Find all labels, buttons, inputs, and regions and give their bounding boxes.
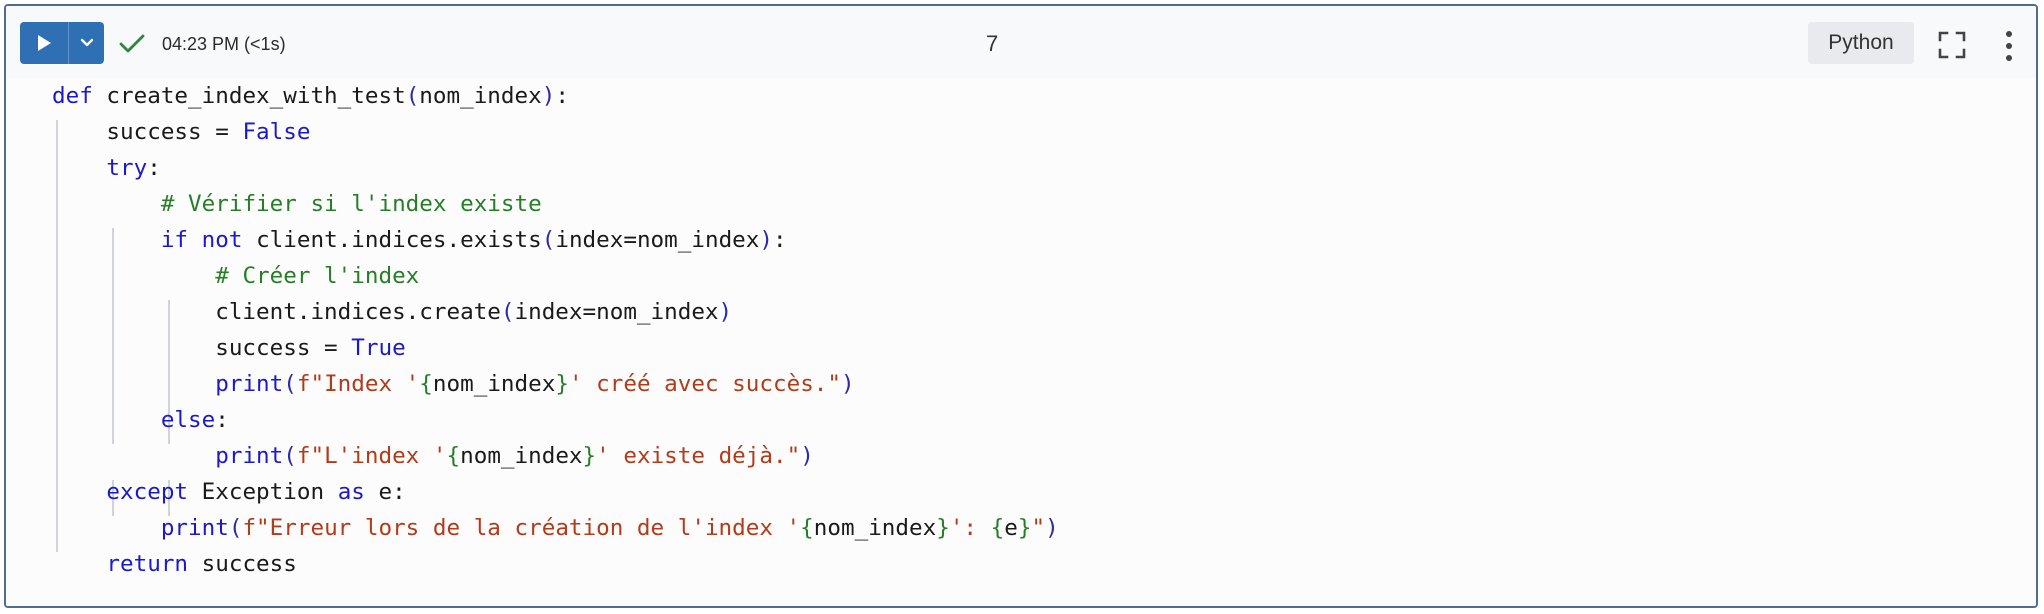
code-line: try:	[106, 155, 161, 181]
cell-toolbar: 04:23 PM (<1s) 7 Python	[6, 6, 2036, 78]
code-line: client.indices.create(index=nom_index)	[52, 299, 733, 325]
run-cell-button[interactable]	[20, 22, 68, 64]
expand-icon[interactable]	[1938, 31, 1966, 59]
check-icon	[119, 34, 145, 53]
code-editor[interactable]: def create_index_with_test(nom_index): s…	[6, 78, 2036, 606]
execution-timestamp: 04:23 PM (<1s)	[162, 34, 286, 54]
code-line: else:	[160, 407, 229, 433]
run-button-group	[20, 22, 104, 64]
code-line: print(f"L'index '{nom_index}' existe déj…	[215, 443, 814, 469]
code-line: success = True	[52, 335, 406, 361]
run-options-button[interactable]	[69, 22, 104, 64]
code-line: return success	[106, 551, 297, 577]
code-line: # Vérifier si l'index existe	[160, 191, 542, 217]
execution-count: 7	[986, 31, 999, 56]
code-line: def create_index_with_test(nom_index):	[52, 83, 569, 109]
code-line: success = False	[52, 119, 311, 145]
code-line: print(f"Index '{nom_index}' créé avec su…	[215, 371, 855, 397]
code-line: except Exception as e:	[106, 479, 406, 505]
language-badge[interactable]: Python	[1808, 22, 1914, 64]
chevron-down-icon	[80, 38, 93, 47]
code-line: # Créer l'index	[215, 263, 420, 289]
more-vertical-icon[interactable]	[2004, 30, 2014, 62]
code-line: if not client.indices.exists(index=nom_i…	[160, 227, 787, 253]
code-cell[interactable]: 04:23 PM (<1s) 7 Python def create_index…	[4, 4, 2038, 608]
code-line: print(f"Erreur lors de la création de l'…	[160, 515, 1059, 541]
play-icon	[38, 35, 51, 51]
